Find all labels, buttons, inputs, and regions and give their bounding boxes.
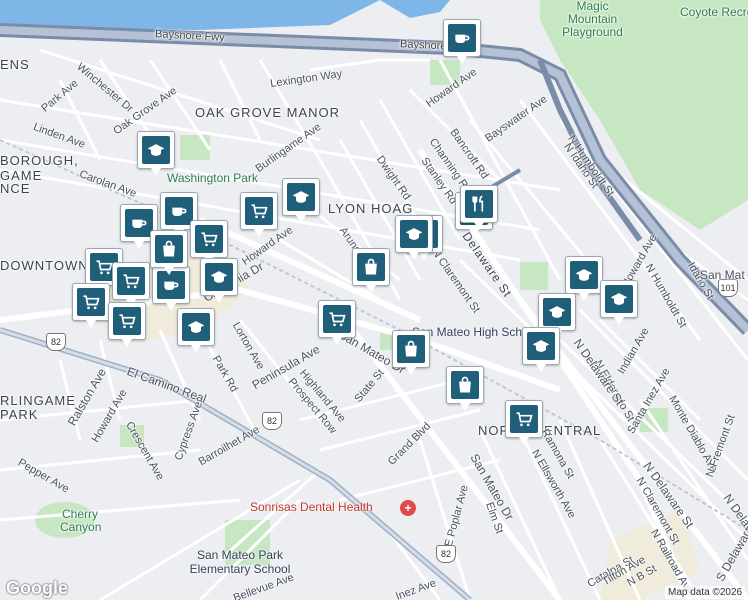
route-shield: 82 xyxy=(436,545,456,563)
area-label: LYON HOAG xyxy=(328,201,414,216)
park-washington xyxy=(180,135,210,160)
coffee-icon xyxy=(157,271,185,299)
school-icon xyxy=(287,183,315,211)
shopping-bag-icon xyxy=(397,335,425,363)
poi-label: San Mat xyxy=(700,268,745,282)
map-marker[interactable] xyxy=(392,330,430,375)
school-icon xyxy=(182,313,210,341)
shopping-bag-icon xyxy=(357,253,385,281)
map-marker[interactable] xyxy=(150,230,188,275)
route-shield: 82 xyxy=(46,333,66,351)
map-marker[interactable] xyxy=(177,308,215,353)
map-marker[interactable] xyxy=(240,192,278,237)
map-marker[interactable] xyxy=(137,131,175,176)
google-logo: Google xyxy=(6,578,68,598)
poi-label: San Mateo High School xyxy=(412,325,539,339)
cart-icon xyxy=(113,307,141,335)
map-canvas[interactable]: OAK GROVE MANOR LYON HOAG DOWNTOWN NORTH… xyxy=(0,0,748,600)
map-marker[interactable] xyxy=(538,293,576,338)
bay-water-2 xyxy=(380,0,450,18)
park-label: Washington Park xyxy=(167,171,258,185)
map-marker[interactable] xyxy=(600,280,638,325)
area-label: BOROUGH, xyxy=(0,153,79,168)
school-icon xyxy=(400,220,428,248)
area-label: OAK GROVE MANOR xyxy=(195,105,341,120)
shopping-bag-icon xyxy=(451,371,479,399)
map-marker[interactable] xyxy=(565,256,603,301)
area-label: NCE xyxy=(0,181,31,196)
school-icon xyxy=(570,261,598,289)
cart-icon xyxy=(323,305,351,333)
poi-label: San Mateo Park Elementary School xyxy=(189,548,291,576)
map-marker[interactable] xyxy=(190,220,228,265)
map-marker[interactable] xyxy=(200,258,238,303)
route-shield: 82 xyxy=(262,412,282,430)
coffee-icon xyxy=(448,24,476,52)
park-lot xyxy=(520,262,548,290)
coffee-icon xyxy=(165,197,193,225)
shopping-bag-icon xyxy=(155,235,183,263)
cart-icon xyxy=(510,405,538,433)
area-label: ENS xyxy=(0,57,30,72)
area-label: DOWNTOWN xyxy=(0,258,89,273)
park-label: Coyote Recreation xyxy=(680,5,748,19)
park-label: Magic Mountain Playground xyxy=(562,0,623,39)
map-marker[interactable] xyxy=(443,19,481,64)
map-marker[interactable] xyxy=(352,248,390,293)
map-marker[interactable] xyxy=(108,302,146,347)
map-attribution: Map data ©2026 xyxy=(665,586,746,599)
cart-icon xyxy=(245,197,273,225)
school-icon xyxy=(543,298,571,326)
cart-icon xyxy=(77,288,105,316)
school-icon xyxy=(205,263,233,291)
map-marker[interactable] xyxy=(72,283,110,328)
area-label: RLINGAME xyxy=(0,393,76,408)
cart-icon xyxy=(117,267,145,295)
school-icon xyxy=(605,285,633,313)
map-marker[interactable] xyxy=(112,262,150,307)
map-marker[interactable] xyxy=(522,327,560,372)
school-icon xyxy=(527,332,555,360)
map-marker[interactable] xyxy=(460,185,498,230)
map-marker[interactable] xyxy=(282,178,320,223)
restaurant-icon xyxy=(465,190,493,218)
map-marker[interactable] xyxy=(318,300,356,345)
school-icon xyxy=(142,136,170,164)
map-marker[interactable] xyxy=(395,215,433,260)
park-label: Cherry Canyon xyxy=(60,507,102,534)
dental-icon[interactable]: + xyxy=(400,500,416,516)
coffee-icon xyxy=(125,209,153,237)
poi-label: Sonrisas Dental Health xyxy=(250,500,373,514)
cart-icon xyxy=(195,225,223,253)
area-label: PARK xyxy=(0,407,39,422)
map-marker[interactable] xyxy=(505,400,543,445)
map-marker[interactable] xyxy=(446,366,484,411)
